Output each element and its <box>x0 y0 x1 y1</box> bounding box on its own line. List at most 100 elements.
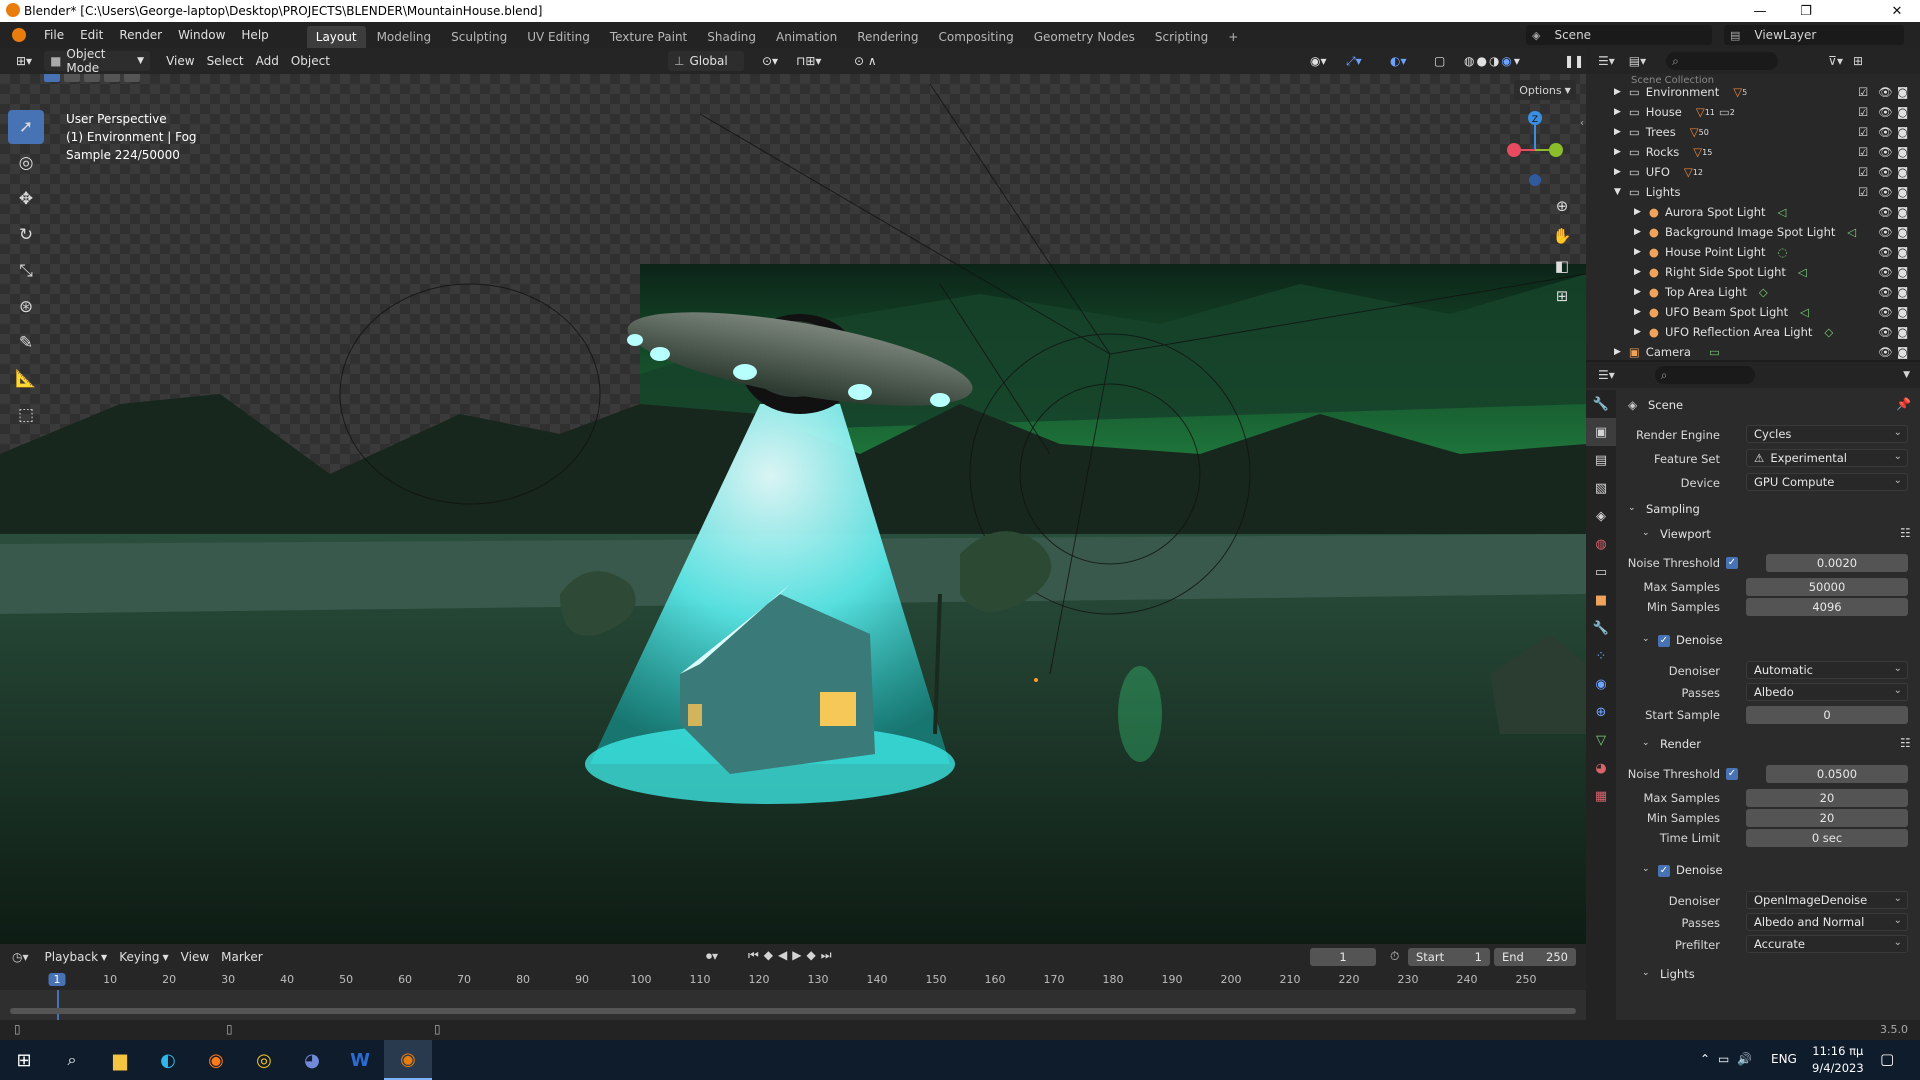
eye-icon[interactable]: 👁 <box>1878 185 1893 199</box>
exclude-checkbox[interactable]: ☑ <box>1858 125 1868 139</box>
eye-icon[interactable]: 👁 <box>1878 145 1893 159</box>
expand-arrow-icon[interactable]: ▶ <box>1614 127 1621 137</box>
measure-tool-icon[interactable]: 📐 <box>8 362 44 396</box>
sampling-section-header[interactable]: Sampling <box>1646 502 1700 516</box>
pan-hand-icon[interactable]: ✋ <box>1548 222 1576 250</box>
object-tab-icon[interactable]: ■ <box>1586 586 1616 614</box>
playback-controls[interactable]: ⏮◆◀▶◆⏭ <box>748 948 837 963</box>
edge-browser-icon[interactable]: ◐ <box>144 1040 192 1080</box>
visibility-icon[interactable]: ◉▾ <box>1304 51 1333 71</box>
outliner-row-rocks[interactable]: ▶ ▭ Rocks ▽ 15 ☑ 👁 ◙ <box>1586 142 1920 162</box>
render-engine-dropdown[interactable]: Cycles ⌄ <box>1746 425 1908 443</box>
material-tab-icon[interactable]: ◕ <box>1586 754 1616 782</box>
outliner-row-environment[interactable]: ▶ ▭ Environment ▽ 5 ☑ 👁 ◙ <box>1586 82 1920 102</box>
eye-icon[interactable]: 👁 <box>1878 165 1893 179</box>
tab-rendering[interactable]: Rendering <box>848 26 927 48</box>
timeline-editor-icon[interactable]: ◷▾ <box>12 950 29 964</box>
blender-menu-icon[interactable] <box>12 28 26 42</box>
pin-icon[interactable]: 📌 <box>1896 397 1911 411</box>
render-max-samples-field[interactable]: 20 <box>1746 789 1908 807</box>
tab-geometry-nodes[interactable]: Geometry Nodes <box>1025 26 1144 48</box>
viewport-min-samples-field[interactable]: 4096 <box>1746 598 1908 616</box>
transform-tool-icon[interactable]: ⊛ <box>8 290 44 324</box>
properties-search-input[interactable]: ⌕ <box>1654 366 1755 384</box>
eye-icon[interactable]: 👁 <box>1878 345 1893 359</box>
camera-render-icon[interactable]: ◙ <box>1897 105 1908 119</box>
tab-modeling[interactable]: Modeling <box>368 26 441 48</box>
tab-uv-editing[interactable]: UV Editing <box>518 26 599 48</box>
tab-layout[interactable]: Layout <box>306 26 366 48</box>
outliner-row-light[interactable]: ▶ ● House Point Light ◌ 👁 ◙ <box>1586 242 1920 262</box>
outliner-editor-icon[interactable]: ☰▾ <box>1598 54 1615 68</box>
navigation-gizmo[interactable]: Z <box>1500 110 1570 200</box>
viewport-passes-dropdown[interactable]: Albedo ⌄ <box>1746 683 1908 701</box>
windows-start-icon[interactable]: ⊞ <box>0 1040 48 1080</box>
menu-file[interactable]: File <box>36 22 72 48</box>
viewport-start-sample-field[interactable]: 0 <box>1746 706 1908 724</box>
eye-icon[interactable]: 👁 <box>1878 305 1893 319</box>
outliner-row-light[interactable]: ▶ ● UFO Beam Spot Light ◁ 👁 ◙ <box>1586 302 1920 322</box>
minimize-button[interactable]: — <box>1737 0 1783 22</box>
outliner-row-light[interactable]: ▶ ● Background Image Spot Light ◁ 👁 ◙ <box>1586 222 1920 242</box>
viewport-subsection-header[interactable]: Viewport <box>1660 527 1711 541</box>
camera-render-icon[interactable]: ◙ <box>1897 305 1908 319</box>
camera-render-icon[interactable]: ◙ <box>1897 205 1908 219</box>
add-cube-tool-icon[interactable]: ⬚ <box>8 398 44 432</box>
mode-selector[interactable]: ■ Object Mode ▼ <box>44 47 151 75</box>
eye-icon[interactable]: 👁 <box>1878 105 1893 119</box>
menu-help[interactable]: Help <box>233 22 276 48</box>
view-layer-selector[interactable]: ▤ ViewLayer <box>1724 25 1904 45</box>
expand-arrow-icon[interactable]: ▶ <box>1634 247 1641 257</box>
viewport-denoiser-dropdown[interactable]: Automatic ⌄ <box>1746 661 1908 679</box>
start-frame-field[interactable]: Start 1 <box>1408 948 1490 966</box>
search-icon[interactable]: ⌕ <box>48 1040 96 1080</box>
outliner-search-input[interactable]: ⌕ <box>1666 52 1779 70</box>
camera-render-icon[interactable]: ◙ <box>1897 325 1908 339</box>
collapse-arrow-icon[interactable]: ⌄ <box>1642 528 1650 538</box>
viewport-noise-threshold-field[interactable]: 0.0020 <box>1766 554 1908 572</box>
eye-icon[interactable]: 👁 <box>1878 225 1893 239</box>
current-frame-field[interactable]: 1 <box>1310 948 1376 966</box>
outliner-row-trees[interactable]: ▶ ▭ Trees ▽ 50 ☑ 👁 ◙ <box>1586 122 1920 142</box>
end-frame-field[interactable]: End 250 <box>1494 948 1576 966</box>
shading-modes-icon[interactable]: ◍●◑ ◉ ▾ <box>1458 51 1528 71</box>
exclude-checkbox[interactable]: ☑ <box>1858 85 1868 99</box>
menu-marker[interactable]: Marker <box>215 947 268 967</box>
xray-icon[interactable]: ▢ <box>1428 51 1451 71</box>
camera-render-icon[interactable]: ◙ <box>1897 85 1908 99</box>
timeline-scrollbar[interactable] <box>10 1008 1576 1014</box>
render-prefilter-dropdown[interactable]: Accurate ⌄ <box>1746 935 1908 953</box>
lights-subsection-header[interactable]: Lights <box>1660 967 1695 981</box>
firefox-icon[interactable]: ◉ <box>192 1040 240 1080</box>
stopwatch-icon[interactable]: ⏱ <box>1390 949 1399 964</box>
expand-arrow-icon[interactable]: ▶ <box>1614 347 1621 357</box>
camera-render-icon[interactable]: ◙ <box>1897 345 1908 359</box>
menu-view[interactable]: View <box>160 51 200 71</box>
collapse-arrow-icon[interactable]: ⌄ <box>1628 503 1636 513</box>
camera-render-icon[interactable]: ◙ <box>1897 125 1908 139</box>
gizmo-toggle-icon[interactable]: ⤢▾ <box>1340 51 1368 71</box>
perspective-toggle-icon[interactable]: ⊞ <box>1548 282 1576 310</box>
filter-icon[interactable]: ⊽▾ <box>1828 54 1843 68</box>
notifications-icon[interactable]: ▢ <box>1880 1050 1894 1068</box>
file-explorer-icon[interactable]: ▆ <box>96 1040 144 1080</box>
select-subtract-icon[interactable] <box>84 74 100 82</box>
snap-icon[interactable]: ⊓⊞▾ <box>790 51 827 71</box>
overlays-icon[interactable]: ◐▾ <box>1384 51 1413 71</box>
render-noise-threshold-field[interactable]: 0.0500 <box>1766 765 1908 783</box>
presets-list-icon[interactable]: ☷ <box>1900 526 1911 540</box>
camera-render-icon[interactable]: ◙ <box>1897 245 1908 259</box>
eye-icon[interactable]: 👁 <box>1878 245 1893 259</box>
eye-icon[interactable]: 👁 <box>1878 325 1893 339</box>
camera-view-icon[interactable]: ◧ <box>1548 252 1576 280</box>
discord-icon[interactable]: ◕ <box>288 1040 336 1080</box>
blender-taskbar-icon[interactable]: ◉ <box>384 1040 432 1080</box>
world-tab-icon[interactable]: ◍ <box>1586 530 1616 558</box>
collection-tab-icon[interactable]: ▭ <box>1586 558 1616 586</box>
expand-arrow-icon[interactable]: ▶ <box>1634 207 1641 217</box>
output-tab-icon[interactable]: ▤ <box>1586 446 1616 474</box>
chrome-icon[interactable]: ◎ <box>240 1040 288 1080</box>
expand-arrow-icon[interactable]: ▶ <box>1614 167 1621 177</box>
expand-arrow-icon[interactable]: ▶ <box>1614 147 1621 157</box>
viewport-noise-threshold-checkbox[interactable]: ✓ <box>1726 557 1738 569</box>
